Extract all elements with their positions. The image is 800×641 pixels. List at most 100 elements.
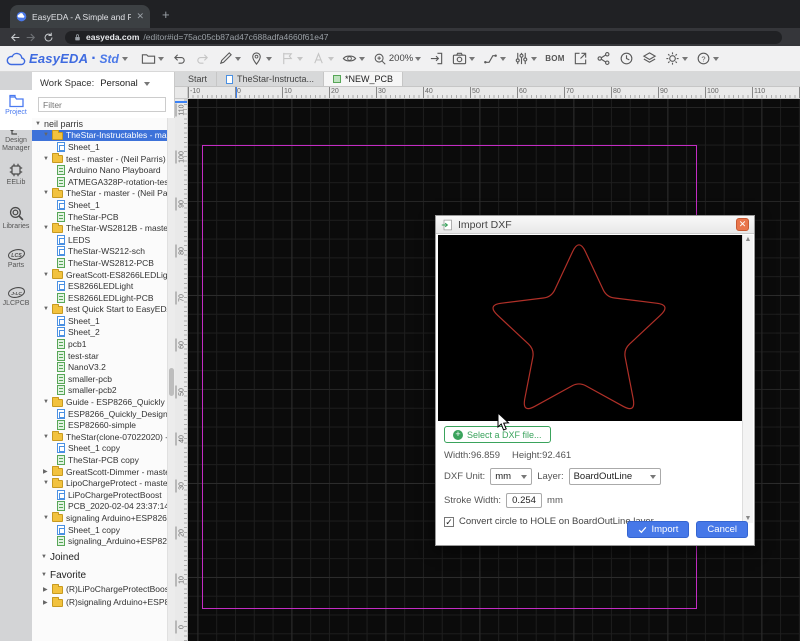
filter-input[interactable] (38, 97, 166, 112)
tree-item[interactable]: LiPoChargeProtectBoost (32, 489, 167, 501)
tree-item[interactable]: TheStar-WS2812-PCB (32, 257, 167, 269)
easyeda-logo[interactable]: EasyEDA · Std (6, 50, 128, 68)
tree-item[interactable]: ▼test - master - (Neil Parris) (32, 153, 167, 165)
url-field[interactable]: easyeda.com/editor#id=75ac05cb87ad47c688… (65, 31, 782, 44)
back-icon[interactable] (8, 31, 21, 44)
new-tab-button[interactable]: + (162, 8, 170, 21)
tab-start[interactable]: Start (179, 72, 217, 86)
scrollbar-thumb[interactable] (169, 368, 174, 396)
tree-item[interactable]: pcb1 (32, 338, 167, 350)
redo-button[interactable] (192, 49, 213, 69)
caret-right-icon[interactable]: ▶ (43, 468, 49, 475)
reload-icon[interactable] (42, 31, 55, 44)
help-button[interactable]: ? (693, 49, 722, 69)
caret-down-icon[interactable]: ▼ (43, 225, 49, 231)
tree-item[interactable]: ▼Guide - ESP8266_Quickly Design (32, 396, 167, 408)
tree-item[interactable]: ▼TheStar-Instructables - master - (N (32, 130, 167, 142)
workspace-select[interactable]: Personal (100, 78, 138, 89)
tree-item[interactable]: ▶(R)LiPoChargeProtectBoost copy - (32, 583, 167, 596)
caret-down-icon[interactable]: ▼ (43, 156, 49, 162)
settings-button[interactable] (662, 49, 691, 69)
browser-tab[interactable]: EasyEDA - A Simple and Powerfu... ✕ (10, 5, 150, 28)
tree-item[interactable]: test-star (32, 350, 167, 362)
tree-item[interactable]: Sheet_1 copy (32, 443, 167, 455)
caret-down-icon[interactable]: ▼ (43, 515, 49, 521)
dxf-unit-select[interactable]: mm (490, 468, 532, 485)
sidebar-item-parts[interactable]: LCS Parts (0, 244, 32, 270)
view-button[interactable] (339, 49, 368, 69)
caret-down-icon[interactable]: ▼ (41, 572, 47, 578)
dialog-scrollbar[interactable]: ▲▼ (742, 235, 753, 523)
tree-item[interactable]: ▼Joined (32, 550, 167, 565)
caret-down-icon[interactable]: ▼ (43, 434, 49, 440)
tree-item[interactable]: Arduino Nano Playboard (32, 164, 167, 176)
dialog-close-button[interactable]: ✕ (736, 218, 749, 231)
draw-tool-button[interactable] (215, 49, 244, 69)
tree-item[interactable]: ▶(R)signaling Arduino+ESP8266+SI (32, 596, 167, 609)
caret-down-icon[interactable]: ▼ (43, 306, 49, 312)
chevron-down-icon[interactable] (144, 82, 150, 86)
tree-item[interactable]: TheStar-WS212-sch (32, 246, 167, 258)
tree-item[interactable]: ES8266LEDLight (32, 280, 167, 292)
tree-item[interactable]: ▼Favorite (32, 568, 167, 583)
zoom-control[interactable]: 200% (370, 49, 424, 69)
tree-item[interactable]: TheStar-PCB copy (32, 454, 167, 466)
tree-item[interactable]: ▼TheStar-WS2812B - master - (Neil (32, 222, 167, 234)
import-button[interactable] (426, 49, 447, 69)
history-button[interactable] (616, 49, 637, 69)
caret-down-icon[interactable]: ▼ (43, 399, 49, 405)
design-rule-button[interactable] (511, 49, 540, 69)
sidebar-item-libraries[interactable]: Libraries (0, 201, 32, 231)
dialog-header[interactable]: Import DXF ✕ (436, 216, 754, 234)
tree-item[interactable]: Sheet_1 copy (32, 524, 167, 536)
caret-right-icon[interactable]: ▶ (43, 586, 49, 593)
tree-item[interactable]: ▼GreatScott-ES8266LEDLight - mas (32, 269, 167, 281)
tree-item[interactable]: ▼LipoChargeProtect - master - (Neil (32, 477, 167, 489)
tree-item[interactable]: Sheet_2 (32, 327, 167, 339)
caret-down-icon[interactable]: ▼ (35, 121, 41, 127)
tab-close-icon[interactable]: ✕ (136, 11, 144, 22)
caret-down-icon[interactable]: ▼ (43, 132, 49, 138)
cancel-button[interactable]: Cancel (696, 521, 748, 538)
tree-item[interactable]: Sheet_1 (32, 199, 167, 211)
route-tool-button[interactable] (480, 49, 509, 69)
snapshot-button[interactable] (449, 49, 478, 69)
tree-item[interactable]: TheStar-PCB (32, 211, 167, 223)
stroke-width-input[interactable] (506, 493, 542, 508)
bom-button[interactable]: BOM (542, 49, 568, 69)
share-button[interactable] (593, 49, 614, 69)
sidebar-item-jlcpcb[interactable]: J-LC JLCPCB (0, 282, 32, 308)
tab-thestar-schematic[interactable]: TheStar-Instructa... (217, 72, 324, 86)
scroll-up-icon[interactable]: ▲ (745, 236, 752, 243)
undo-button[interactable] (169, 49, 190, 69)
tree-item[interactable]: ▼test Quick Start to EasyEDA - mast (32, 304, 167, 316)
tree-item[interactable]: ESP82660-simple (32, 419, 167, 431)
tree-item[interactable]: NanoV3.2 (32, 361, 167, 373)
import-confirm-button[interactable]: Import (627, 521, 689, 538)
tree-item[interactable]: ▼TheStar(clone-07022020) - master (32, 431, 167, 443)
tab-new-pcb[interactable]: *NEW_PCB (324, 72, 403, 86)
tree-item[interactable]: smaller-pcb2 (32, 385, 167, 397)
sidebar-item-project[interactable]: Project (0, 90, 32, 130)
convert-circle-checkbox[interactable]: ✓ (444, 517, 454, 527)
caret-down-icon[interactable]: ▼ (43, 190, 49, 196)
sidebar-item-eelib[interactable]: EELib (0, 158, 32, 187)
export-button[interactable] (570, 49, 591, 69)
layers-button[interactable] (639, 49, 660, 69)
tree-item[interactable]: Sheet_1 (32, 315, 167, 327)
anchor-tool-button[interactable] (246, 49, 275, 69)
tree-item[interactable]: ESP8266_Quickly_Design (32, 408, 167, 420)
tree-item[interactable]: ▼TheStar - master - (Neil Parris) (32, 188, 167, 200)
tree-item[interactable]: ▼neil parris (32, 118, 167, 130)
tree-item[interactable]: signaling_Arduino+ESP8266+SIM (32, 535, 167, 547)
tree-item[interactable]: ES8266LEDLight-PCB (32, 292, 167, 304)
forward-icon[interactable] (25, 31, 38, 44)
tree-item[interactable]: ▼signaling Arduino+ESP8266+SIM8 (32, 512, 167, 524)
file-menu-button[interactable] (138, 49, 167, 69)
caret-right-icon[interactable]: ▶ (43, 599, 49, 606)
tree-item[interactable]: smaller-pcb (32, 373, 167, 385)
chevron-down-icon[interactable] (122, 57, 128, 61)
caret-down-icon[interactable]: ▼ (41, 554, 47, 560)
caret-down-icon[interactable]: ▼ (43, 480, 49, 486)
tree-item[interactable]: PCB_2020-02-04 23:37:14 (32, 501, 167, 513)
